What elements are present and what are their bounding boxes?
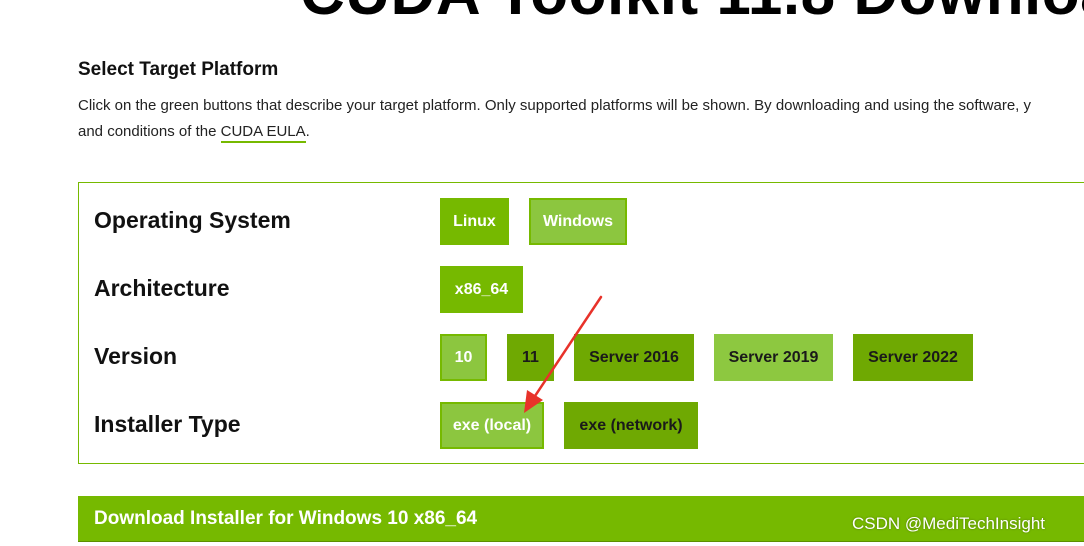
os-option-windows[interactable]: Windows [529, 198, 627, 245]
installer-option-exe-network[interactable]: exe (network) [564, 402, 698, 449]
row-label-installer-type: Installer Type [94, 411, 241, 437]
row-label-version: Version [94, 343, 178, 369]
select-target-platform-title: Select Target Platform [78, 59, 279, 80]
version-option-11[interactable]: 11 [507, 334, 554, 381]
row-label-architecture: Architecture [94, 275, 230, 301]
description-line-2: and conditions of the CUDA EULA. [78, 119, 1031, 145]
version-option-10[interactable]: 10 [440, 334, 487, 381]
installer-option-exe-local[interactable]: exe (local) [440, 402, 544, 449]
arch-option-x86-64[interactable]: x86_64 [440, 266, 523, 313]
page-heading: CUDA Toolkit 11.8 Downloa [300, 0, 1084, 29]
description-suffix: . [305, 123, 310, 140]
version-option-server-2019[interactable]: Server 2019 [714, 334, 833, 381]
download-installer-title: Download Installer for Windows 10 x86_64 [94, 508, 478, 529]
description-prefix: and conditions of the [78, 123, 221, 140]
platform-description: Click on the green buttons that describe… [78, 93, 1031, 145]
description-line-1: Click on the green buttons that describe… [78, 97, 1032, 114]
csdn-watermark: CSDN @MediTechInsight [852, 514, 1045, 533]
version-option-server-2016[interactable]: Server 2016 [574, 334, 694, 381]
os-option-linux[interactable]: Linux [440, 198, 509, 245]
cuda-eula-link[interactable]: CUDA EULA [220, 123, 306, 143]
version-option-server-2022[interactable]: Server 2022 [853, 334, 973, 381]
row-label-operating-system: Operating System [94, 207, 291, 233]
